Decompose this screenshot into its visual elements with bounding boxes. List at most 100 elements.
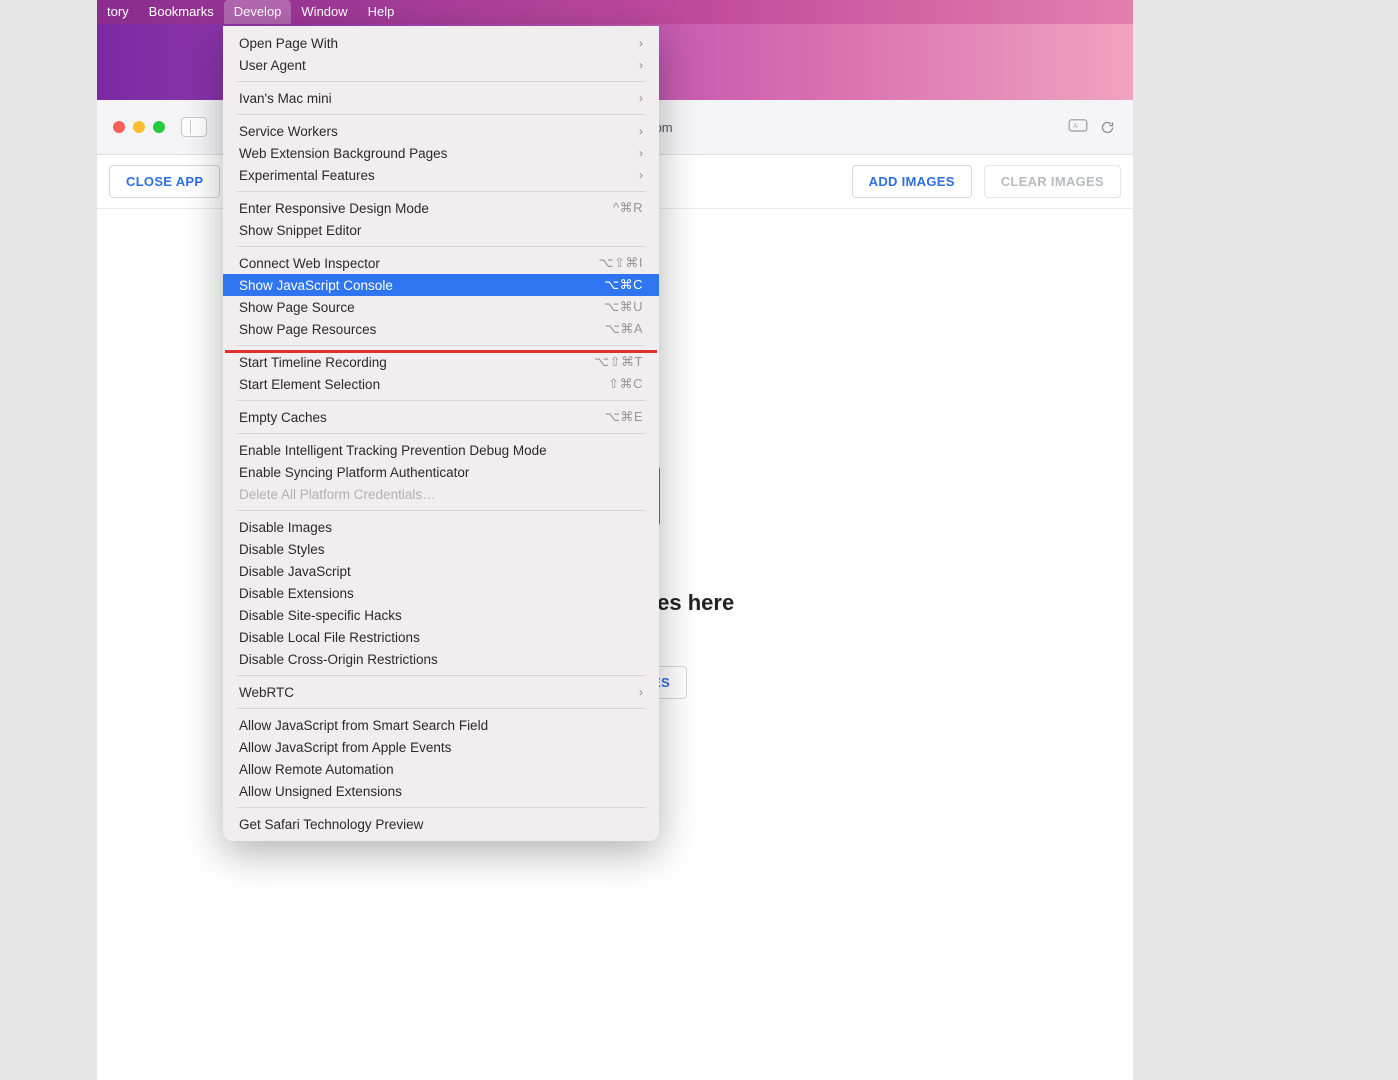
develop-menu-item[interactable]: Disable Local File Restrictions	[223, 626, 659, 648]
menu-item-label: Empty Caches	[239, 410, 327, 425]
annotation-red-underline	[225, 350, 657, 353]
close-window-button[interactable]	[113, 121, 125, 133]
chevron-right-icon: ›	[639, 58, 643, 72]
develop-menu-item[interactable]: User Agent ›	[223, 54, 659, 76]
menu-item-shortcut: ⌥⌘A	[605, 321, 643, 337]
menu-separator	[237, 345, 645, 346]
develop-menu-item[interactable]: Web Extension Background Pages›	[223, 142, 659, 164]
menu-item-label: Disable Cross-Origin Restrictions	[239, 652, 438, 667]
develop-menu-item[interactable]: Disable Site-specific Hacks	[223, 604, 659, 626]
clear-images-button[interactable]: CLEAR IMAGES	[984, 165, 1121, 198]
chevron-right-icon: ›	[639, 36, 643, 50]
chevron-right-icon: ›	[639, 91, 643, 105]
develop-menu-item[interactable]: Disable Images	[223, 516, 659, 538]
menu-item-label: Allow JavaScript from Apple Events	[239, 740, 451, 755]
develop-menu-item[interactable]: WebRTC ›	[223, 681, 659, 703]
develop-menu-item[interactable]: Disable Styles	[223, 538, 659, 560]
app-window: tory Bookmarks Develop Window Help water…	[97, 0, 1133, 1080]
menu-separator	[237, 191, 645, 192]
develop-menu-item[interactable]: Enable Syncing Platform Authenticator	[223, 461, 659, 483]
menu-bookmarks[interactable]: Bookmarks	[139, 0, 224, 24]
chrome-right-controls: A	[1068, 119, 1115, 135]
menu-item-label: Allow JavaScript from Smart Search Field	[239, 718, 488, 733]
menu-separator	[237, 675, 645, 676]
menu-item-label: Disable Extensions	[239, 586, 354, 601]
svg-text:A: A	[1073, 123, 1078, 130]
develop-menu-item[interactable]: Open Page With ›	[223, 32, 659, 54]
menu-separator	[237, 400, 645, 401]
menu-item-label: Start Element Selection	[239, 377, 380, 392]
develop-menu-item[interactable]: Ivan's Mac mini ›	[223, 87, 659, 109]
reload-icon[interactable]	[1100, 120, 1115, 135]
window-controls	[97, 121, 165, 133]
menu-develop[interactable]: Develop	[224, 0, 292, 24]
menu-item-shortcut: ⌥⇧⌘T	[594, 354, 643, 370]
develop-menu-item: Delete All Platform Credentials…	[223, 483, 659, 505]
develop-menu-item[interactable]: Allow Remote Automation	[223, 758, 659, 780]
minimize-window-button[interactable]	[133, 121, 145, 133]
menu-help[interactable]: Help	[358, 0, 405, 24]
menu-item-label: Disable Local File Restrictions	[239, 630, 420, 645]
menu-item-shortcut: ⌥⌘E	[605, 409, 643, 425]
develop-menu-item[interactable]: Show Page Resources ⌥⌘A	[223, 318, 659, 340]
menu-separator	[237, 708, 645, 709]
menu-item-label: User Agent	[239, 58, 306, 73]
menu-item-label: Start Timeline Recording	[239, 355, 387, 370]
menu-separator	[237, 510, 645, 511]
develop-menu-item[interactable]: Allow JavaScript from Apple Events	[223, 736, 659, 758]
menu-window[interactable]: Window	[291, 0, 357, 24]
chevron-right-icon: ›	[639, 685, 643, 699]
menu-item-label: Show Snippet Editor	[239, 223, 361, 238]
menu-item-label: Show JavaScript Console	[239, 278, 393, 293]
menu-item-label: Get Safari Technology Preview	[239, 817, 423, 832]
develop-menu-item[interactable]: Get Safari Technology Preview	[223, 813, 659, 835]
develop-menu-item[interactable]: Show JavaScript Console ⌥⌘C	[223, 274, 659, 296]
menu-item-label: Allow Unsigned Extensions	[239, 784, 402, 799]
menu-item-label: Service Workers	[239, 124, 338, 139]
menu-item-label: Allow Remote Automation	[239, 762, 394, 777]
menu-separator	[237, 433, 645, 434]
menu-item-label: Experimental Features	[239, 168, 375, 183]
develop-menu-item[interactable]: Enter Responsive Design Mode^⌘R	[223, 197, 659, 219]
menu-item-shortcut: ⌥⌘C	[604, 277, 643, 293]
menu-separator	[237, 81, 645, 82]
develop-menu-item[interactable]: Start Element Selection ⇧⌘C	[223, 373, 659, 395]
chevron-right-icon: ›	[639, 124, 643, 138]
develop-menu-item[interactable]: Service Workers ›	[223, 120, 659, 142]
menu-separator	[237, 807, 645, 808]
menu-item-label: Enable Syncing Platform Authenticator	[239, 465, 469, 480]
develop-menu-item[interactable]: Show Page Source⌥⌘U	[223, 296, 659, 318]
close-app-button[interactable]: CLOSE APP	[109, 165, 220, 198]
menu-item-shortcut: ⇧⌘C	[608, 376, 643, 392]
menu-item-label: Show Page Resources	[239, 322, 376, 337]
menu-item-label: WebRTC	[239, 685, 294, 700]
menu-item-label: Disable Images	[239, 520, 332, 535]
menu-item-label: Ivan's Mac mini	[239, 91, 332, 106]
translate-icon[interactable]: A	[1068, 119, 1088, 135]
menu-history[interactable]: tory	[97, 0, 139, 24]
menu-item-label: Connect Web Inspector	[239, 256, 380, 271]
develop-menu-item[interactable]: Disable JavaScript	[223, 560, 659, 582]
menu-item-label: Open Page With	[239, 36, 338, 51]
menu-separator	[237, 246, 645, 247]
develop-menu-item[interactable]: Empty Caches ⌥⌘E	[223, 406, 659, 428]
develop-menu-item[interactable]: Allow Unsigned Extensions	[223, 780, 659, 802]
menu-item-label: Delete All Platform Credentials…	[239, 487, 436, 502]
develop-menu-item[interactable]: Experimental Features›	[223, 164, 659, 186]
add-images-button[interactable]: ADD IMAGES	[852, 165, 972, 198]
develop-menu-item[interactable]: Show Snippet Editor	[223, 219, 659, 241]
develop-menu-item[interactable]: Disable Cross-Origin Restrictions	[223, 648, 659, 670]
fullscreen-window-button[interactable]	[153, 121, 165, 133]
menu-item-label: Disable JavaScript	[239, 564, 351, 579]
develop-menu-item[interactable]: Connect Web Inspector⌥⇧⌘I	[223, 252, 659, 274]
menu-item-label: Enter Responsive Design Mode	[239, 201, 429, 216]
mac-menubar: tory Bookmarks Develop Window Help	[97, 0, 1133, 24]
develop-menu-item[interactable]: Start Timeline Recording ⌥⇧⌘T	[223, 351, 659, 373]
menu-separator	[237, 114, 645, 115]
develop-menu-item[interactable]: Enable Intelligent Tracking Prevention D…	[223, 439, 659, 461]
develop-menu-item[interactable]: Disable Extensions	[223, 582, 659, 604]
sidebar-toggle-button[interactable]	[181, 117, 207, 137]
chevron-right-icon: ›	[639, 146, 643, 160]
develop-menu-item[interactable]: Allow JavaScript from Smart Search Field	[223, 714, 659, 736]
develop-menu: Open Page With›User Agent›Ivan's Mac min…	[223, 26, 659, 841]
